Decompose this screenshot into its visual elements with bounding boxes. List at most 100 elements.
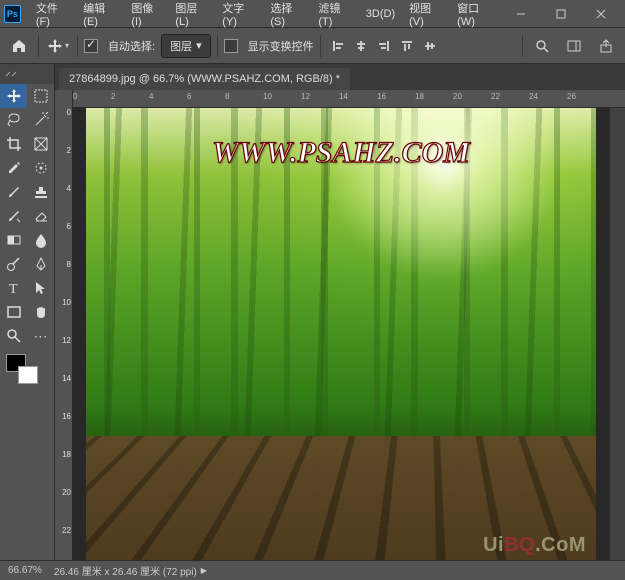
- zoom-tool[interactable]: [0, 324, 27, 348]
- brush-tool[interactable]: [0, 180, 27, 204]
- canvas-viewport[interactable]: WWW.PSAHZ.COM UiBQ.CoM: [73, 108, 609, 560]
- show-transform-checkbox[interactable]: [224, 39, 238, 53]
- history-brush-tool[interactable]: [0, 204, 27, 228]
- path-select-icon: [33, 280, 49, 296]
- brush-icon: [6, 184, 22, 200]
- color-swatches[interactable]: [0, 348, 54, 392]
- divider: [522, 35, 523, 57]
- menu-layer[interactable]: 图层(L): [168, 0, 215, 32]
- zoom-icon: [6, 328, 22, 344]
- corner-watermark: UiBQ.CoM: [483, 534, 586, 557]
- rectangle-tool[interactable]: [0, 300, 27, 324]
- minimize-icon: [516, 9, 526, 19]
- vertical-ruler[interactable]: 0246810121416182022: [55, 108, 73, 560]
- auto-select-checkbox[interactable]: [84, 39, 98, 53]
- home-button[interactable]: [6, 33, 32, 59]
- dropdown-value: 图层: [170, 38, 192, 54]
- menu-type[interactable]: 文字(Y): [215, 0, 263, 32]
- align-right-button[interactable]: [373, 35, 395, 57]
- eraser-tool[interactable]: [27, 204, 54, 228]
- search-icon: [535, 39, 549, 53]
- move-icon: [47, 38, 63, 54]
- auto-select-dropdown[interactable]: 图层 ▾: [161, 34, 211, 58]
- marquee-tool[interactable]: [27, 84, 54, 108]
- document-tab[interactable]: 27864899.jpg @ 66.7% (WWW.PSAHZ.COM, RGB…: [59, 68, 350, 90]
- show-transform-label: 显示变换控件: [248, 38, 314, 54]
- maximize-icon: [556, 9, 566, 19]
- workspace-icon: [567, 39, 581, 53]
- crop-tool[interactable]: [0, 132, 27, 156]
- menu-file[interactable]: 文件(F): [29, 0, 76, 32]
- align-hcenter-button[interactable]: [350, 35, 372, 57]
- wand-icon: [33, 112, 49, 128]
- vertical-scrollbar[interactable]: [609, 108, 625, 560]
- toolbox: T ⋯: [0, 84, 54, 348]
- blur-icon: [33, 232, 49, 248]
- canvas[interactable]: WWW.PSAHZ.COM UiBQ.CoM: [86, 108, 596, 560]
- more-icon: ⋯: [34, 328, 48, 345]
- clone-stamp-tool[interactable]: [27, 180, 54, 204]
- search-button[interactable]: [529, 33, 555, 59]
- lasso-tool[interactable]: [0, 108, 27, 132]
- marquee-icon: [33, 88, 49, 104]
- path-selection-tool[interactable]: [27, 276, 54, 300]
- eyedropper-tool[interactable]: [0, 156, 27, 180]
- type-tool[interactable]: T: [0, 276, 27, 300]
- align-top-icon: [400, 39, 414, 53]
- frame-tool[interactable]: [27, 132, 54, 156]
- move-icon: [6, 88, 22, 104]
- background-swatch[interactable]: [18, 366, 38, 384]
- frame-icon: [33, 136, 49, 152]
- status-bar: 66.67% 26.46 厘米 x 26.46 厘米 (72 ppi) ▶: [0, 560, 625, 580]
- menu-view[interactable]: 视图(V): [402, 0, 450, 32]
- menu-3d[interactable]: 3D(D): [359, 4, 402, 24]
- menu-edit[interactable]: 编辑(E): [76, 0, 124, 32]
- canvas-text-layer[interactable]: WWW.PSAHZ.COM: [212, 136, 470, 170]
- blur-tool[interactable]: [27, 228, 54, 252]
- horizontal-ruler[interactable]: 02468101214161820222426: [55, 90, 625, 108]
- move-tool[interactable]: [0, 84, 27, 108]
- hand-tool[interactable]: [27, 300, 54, 324]
- gradient-tool[interactable]: [0, 228, 27, 252]
- menu-window[interactable]: 窗口(W): [450, 0, 501, 32]
- align-right-icon: [377, 39, 391, 53]
- healing-tool[interactable]: [27, 156, 54, 180]
- divider: [77, 35, 78, 57]
- align-group: [327, 35, 441, 57]
- share-button[interactable]: [593, 33, 619, 59]
- status-zoom[interactable]: 66.67%: [8, 565, 42, 576]
- type-icon: T: [6, 280, 22, 296]
- divider: [38, 35, 39, 57]
- stamp-icon: [33, 184, 49, 200]
- align-vcenter-icon: [423, 39, 437, 53]
- close-button[interactable]: [581, 2, 621, 26]
- maximize-button[interactable]: [541, 2, 581, 26]
- chevron-down-icon: ▾: [65, 41, 69, 50]
- pen-icon: [33, 256, 49, 272]
- move-tool-indicator[interactable]: ▾: [45, 33, 71, 59]
- chevron-down-icon: ▾: [196, 39, 202, 52]
- menu-image[interactable]: 图像(I): [124, 0, 168, 32]
- svg-text:T: T: [9, 282, 18, 296]
- edit-toolbar[interactable]: ⋯: [27, 324, 54, 348]
- hand-icon: [33, 304, 49, 320]
- align-top-button[interactable]: [396, 35, 418, 57]
- divider: [320, 35, 321, 57]
- ruler-corner: [55, 90, 73, 108]
- main-area: T ⋯ 27864899.jpg @ 66.7% (WWW.PSAHZ.COM,…: [0, 64, 625, 560]
- pen-tool[interactable]: [27, 252, 54, 276]
- minimize-button[interactable]: [501, 2, 541, 26]
- history-brush-icon: [6, 208, 22, 224]
- workspace-button[interactable]: [561, 33, 587, 59]
- app-logo: Ps: [4, 5, 21, 23]
- dodge-tool[interactable]: [0, 252, 27, 276]
- menu-filter[interactable]: 滤镜(T): [311, 0, 358, 32]
- menu-select[interactable]: 选择(S): [263, 0, 311, 32]
- status-flyout-icon[interactable]: ▶: [201, 566, 207, 575]
- toolbox-collapse[interactable]: [0, 64, 54, 84]
- eraser-icon: [33, 208, 49, 224]
- align-left-button[interactable]: [327, 35, 349, 57]
- magic-wand-tool[interactable]: [27, 108, 54, 132]
- align-vcenter-button[interactable]: [419, 35, 441, 57]
- dodge-icon: [6, 256, 22, 272]
